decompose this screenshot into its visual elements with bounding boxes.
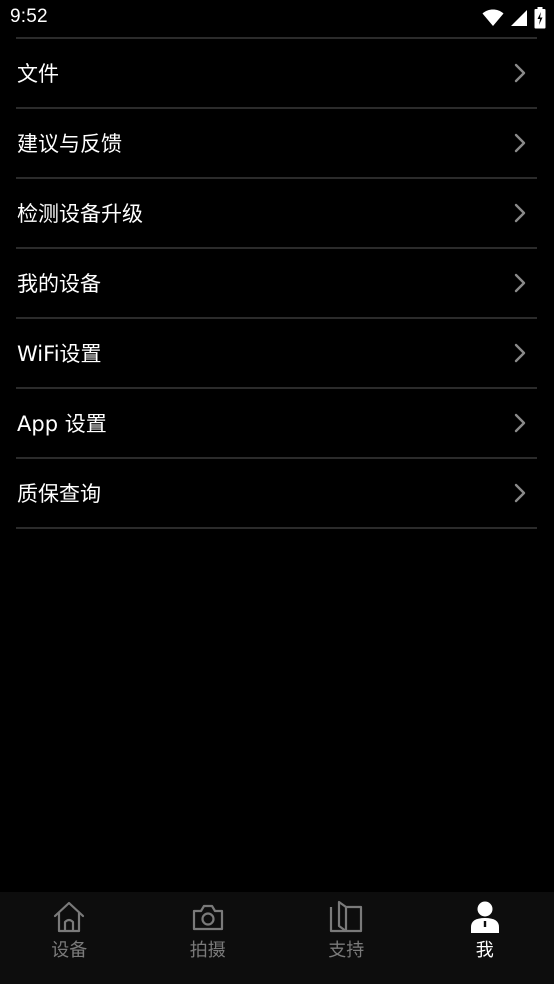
chevron-right-icon (514, 133, 526, 153)
status-bar: 9:52 (0, 0, 554, 37)
menu-item-feedback[interactable]: 建议与反馈 (16, 109, 537, 179)
status-time: 9:52 (10, 6, 48, 27)
menu-item-label: 我的设备 (17, 272, 101, 296)
chevron-right-icon (514, 63, 526, 83)
wifi-icon (482, 9, 504, 27)
menu-item-my-devices[interactable]: 我的设备 (16, 249, 537, 319)
menu-item-label: WiFi设置 (17, 342, 102, 366)
tab-shoot[interactable]: 拍摄 (139, 892, 278, 984)
tab-devices[interactable]: 设备 (0, 892, 139, 984)
signal-icon (510, 9, 528, 27)
menu-item-label: App 设置 (17, 412, 107, 436)
battery-charging-icon (534, 7, 546, 29)
tab-label: 支持 (328, 940, 365, 961)
menu-item-label: 质保查询 (17, 482, 101, 506)
tab-me[interactable]: 我 (416, 892, 554, 984)
menu-item-check-device-upgrade[interactable]: 检测设备升级 (16, 179, 537, 249)
menu-item-label: 文件 (17, 62, 59, 86)
bottom-tab-bar: 设备 拍摄 支持 我 (0, 892, 554, 984)
chevron-right-icon (514, 273, 526, 293)
chevron-right-icon (514, 203, 526, 223)
tab-label: 设备 (51, 940, 88, 961)
menu-item-label: 检测设备升级 (17, 202, 143, 226)
book-icon (330, 900, 363, 933)
status-icons (482, 7, 546, 29)
chevron-right-icon (514, 483, 526, 503)
menu-item-files[interactable]: 文件 (16, 39, 537, 109)
tab-label: 拍摄 (189, 940, 226, 961)
tab-label: 我 (475, 940, 494, 961)
menu-item-wifi-settings[interactable]: WiFi设置 (16, 319, 537, 389)
menu-item-warranty-query[interactable]: 质保查询 (16, 459, 537, 529)
menu-item-label: 建议与反馈 (17, 132, 122, 156)
chevron-right-icon (514, 343, 526, 363)
tab-support[interactable]: 支持 (277, 892, 416, 984)
person-icon (470, 901, 499, 933)
chevron-right-icon (514, 413, 526, 433)
home-icon (54, 901, 85, 933)
settings-menu-list: 文件 建议与反馈 检测设备升级 我的设备 WiFi设置 App 设置 质保查询 (16, 37, 537, 529)
menu-item-app-settings[interactable]: App 设置 (16, 389, 537, 459)
camera-icon (192, 904, 223, 931)
